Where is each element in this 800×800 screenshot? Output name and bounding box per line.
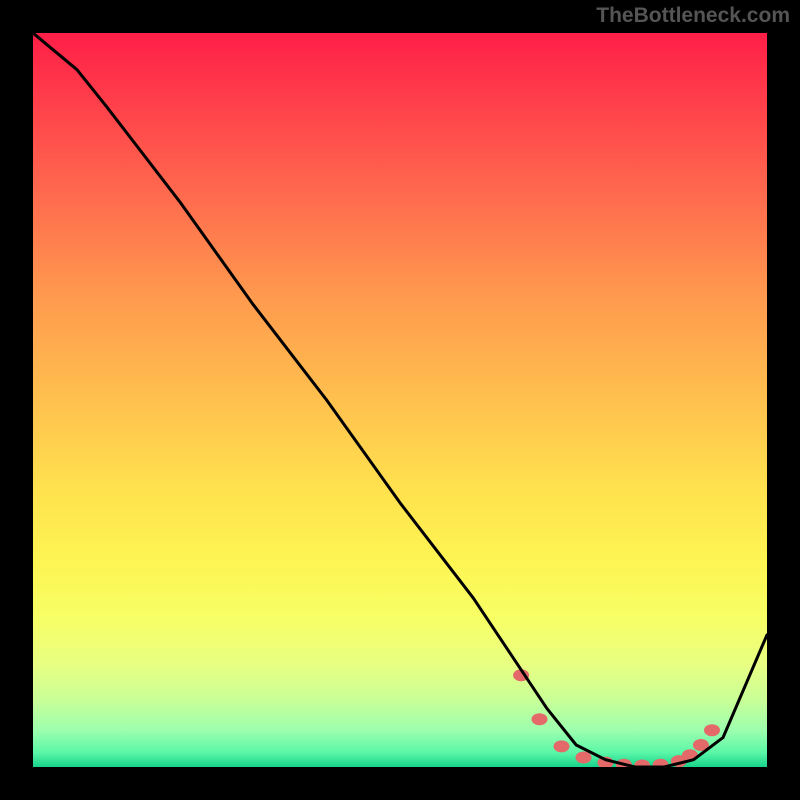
chart-frame: TheBottleneck.com <box>0 0 800 800</box>
bottleneck-curve <box>33 33 767 767</box>
marker-dot <box>532 713 548 725</box>
marker-dot <box>704 724 720 736</box>
plot-area <box>33 33 767 767</box>
attribution-label: TheBottleneck.com <box>596 4 790 28</box>
marker-dot <box>576 752 592 764</box>
bottleneck-markers <box>513 669 720 767</box>
curve-layer <box>33 33 767 767</box>
marker-dot <box>554 740 570 752</box>
